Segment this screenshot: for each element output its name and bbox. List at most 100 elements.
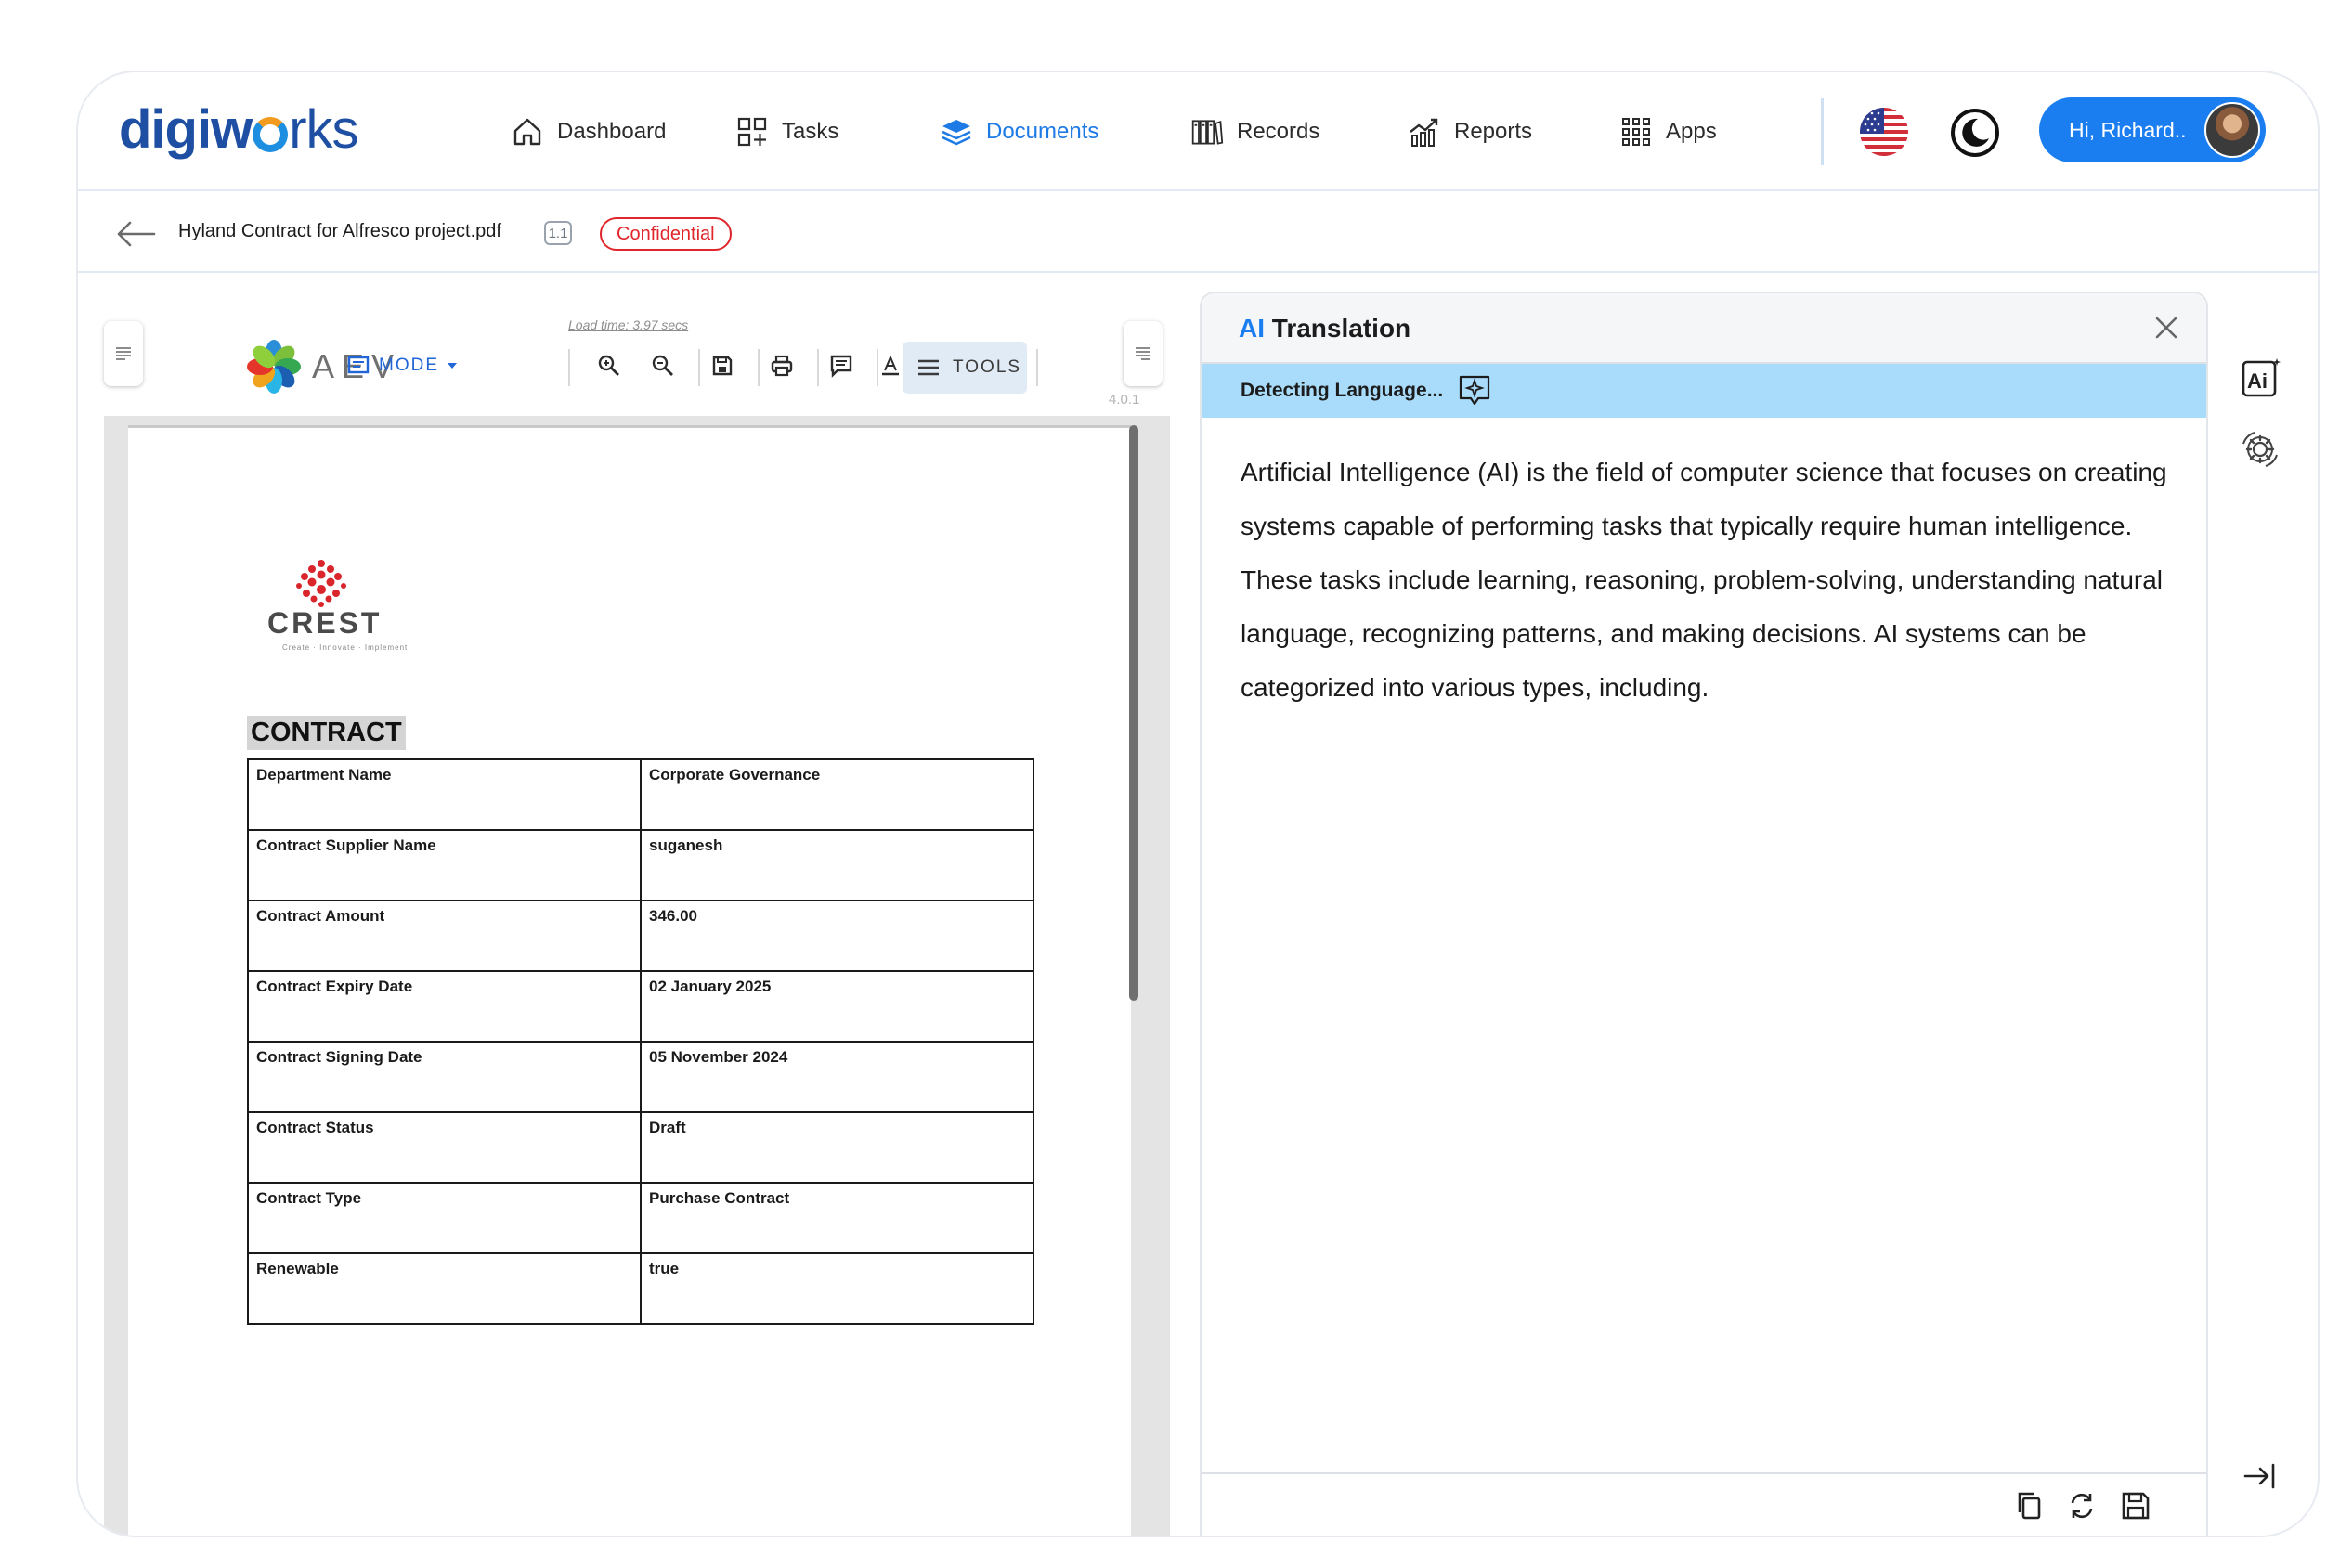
digiworks-logo[interactable]: digiw rks xyxy=(119,98,359,161)
close-icon[interactable] xyxy=(2149,310,2184,345)
apps-grid-icon xyxy=(1622,118,1650,146)
refresh-icon[interactable] xyxy=(2065,1489,2099,1523)
tools-menu-button[interactable]: TOOLS xyxy=(903,342,1027,394)
home-icon xyxy=(513,118,541,146)
contract-details-table: Department Name Corporate Governance Contr… xyxy=(247,758,1034,1325)
us-flag-icon[interactable] xyxy=(1860,108,1908,156)
contract-field-value: 346.00 xyxy=(640,900,1034,972)
tools-label: TOOLS xyxy=(953,357,1022,377)
mode-dropdown[interactable]: MODE xyxy=(345,347,458,384)
toolbar-divider xyxy=(1036,349,1038,386)
viewer-version: 4.0.1 xyxy=(1109,392,1140,408)
nav-divider xyxy=(1821,98,1824,165)
contract-table-row: Contract Signing Date 05 November 2024 xyxy=(247,1041,1034,1113)
ai-title-text: Translation xyxy=(1271,314,1411,343)
logo-text-tail: rks xyxy=(289,99,358,160)
document-viewer: Load time: 3.97 secs AEV xyxy=(104,306,1170,1536)
documents-icon xyxy=(942,120,971,146)
nav-reports[interactable]: Reports xyxy=(1408,110,1532,154)
contract-table-row: Contract Expiry Date 02 January 2025 xyxy=(247,970,1034,1043)
detection-status: Detecting Language... xyxy=(1241,380,1444,401)
contract-field-value: Draft xyxy=(640,1111,1034,1184)
hamburger-icon xyxy=(918,359,939,376)
contract-field-label: Contract Expiry Date xyxy=(247,970,642,1043)
ai-title-prefix: AI xyxy=(1239,314,1265,343)
nav-label: Dashboard xyxy=(557,119,667,144)
comment-button[interactable] xyxy=(823,347,860,384)
ai-panel-title: AI Translation xyxy=(1239,314,1410,343)
translation-text: Artificial Intelligence (AI) is the fiel… xyxy=(1241,458,2167,702)
contract-field-value: Corporate Governance xyxy=(640,758,1034,831)
contract-table-row: Contract Supplier Name suganesh xyxy=(247,829,1034,901)
contract-field-value: 02 January 2025 xyxy=(640,970,1034,1043)
nav-dashboard[interactable]: Dashboard xyxy=(511,110,666,154)
contract-field-label: Contract Status xyxy=(247,1111,642,1184)
user-menu-button[interactable]: Hi, Richard.. xyxy=(2039,97,2266,162)
nav-label: Records xyxy=(1237,119,1320,144)
toolbar-divider xyxy=(698,349,700,386)
zoom-out-icon xyxy=(652,355,673,376)
ai-translation-panel: AI Translation Detecting Language... Art… xyxy=(1200,292,2208,1536)
contract-table-row: Contract Status Draft xyxy=(247,1111,1034,1184)
viewer-scrollbar[interactable] xyxy=(1129,425,1138,1001)
load-time: Load time: 3.97 secs xyxy=(568,317,689,332)
save-icon[interactable] xyxy=(2119,1489,2152,1523)
save-document-button[interactable] xyxy=(704,347,741,384)
contract-field-value: true xyxy=(640,1252,1034,1325)
company-tagline: Create · Innovate · Implement xyxy=(282,643,409,652)
ai-panel-footer xyxy=(1202,1472,2206,1536)
nav-apps[interactable]: Apps xyxy=(1619,110,1717,154)
zoom-out-button[interactable] xyxy=(644,347,682,384)
zoom-in-button[interactable] xyxy=(591,347,628,384)
logo-text-main: digiw xyxy=(119,99,253,160)
copy-icon[interactable] xyxy=(2013,1489,2047,1523)
left-sidebar-toggle[interactable] xyxy=(104,321,143,386)
nav-label: Documents xyxy=(986,119,1099,144)
records-icon xyxy=(1191,120,1224,145)
contract-field-label: Renewable xyxy=(247,1252,642,1325)
user-greeting: Hi, Richard.. xyxy=(2069,117,2187,142)
nav-label: Tasks xyxy=(782,119,839,144)
toolbar-divider xyxy=(817,349,819,386)
nav-tasks[interactable]: Tasks xyxy=(735,110,838,154)
version-badge: 1.1 xyxy=(544,221,572,245)
nav-documents[interactable]: Documents xyxy=(940,110,1098,154)
print-button[interactable] xyxy=(763,347,800,384)
moon-icon[interactable] xyxy=(1950,108,2000,158)
ai-sparkle-chat-icon xyxy=(1460,375,1490,406)
contract-field-label: Department Name xyxy=(247,758,642,831)
contract-field-label: Contract Type xyxy=(247,1182,642,1254)
aev-flower-icon xyxy=(247,340,301,394)
contract-field-label: Contract Signing Date xyxy=(247,1041,642,1113)
contract-table-row: Department Name Corporate Governance xyxy=(247,758,1034,831)
zoom-in-icon xyxy=(598,355,619,376)
menu-lines-icon xyxy=(1136,347,1150,360)
nav-label: Apps xyxy=(1666,119,1717,144)
comment-mode-icon xyxy=(347,356,370,374)
print-icon xyxy=(771,355,793,377)
nav-label: Reports xyxy=(1454,119,1533,144)
right-sidebar-toggle[interactable] xyxy=(1124,321,1163,386)
app-window: digiw rks Dashboard Tasks Documents Recor… xyxy=(76,71,2320,1537)
ai-settings-gear-icon[interactable] xyxy=(2238,427,2282,472)
ai-panel-header: AI Translation xyxy=(1202,293,2206,364)
contract-heading: CONTRACT xyxy=(247,716,406,750)
contract-field-value: Purchase Contract xyxy=(640,1182,1034,1254)
tasks-icon xyxy=(737,117,767,147)
ai-assistant-icon[interactable]: Ai xyxy=(2238,356,2282,401)
contract-table-row: Renewable true xyxy=(247,1252,1034,1325)
back-arrow-icon[interactable] xyxy=(113,217,158,251)
contract-field-value: suganesh xyxy=(640,829,1034,901)
mode-label: MODE xyxy=(379,356,439,375)
viewer-toolbar: Load time: 3.97 secs AEV xyxy=(104,306,1170,416)
top-navigation: digiw rks Dashboard Tasks Documents Recor… xyxy=(78,72,2318,191)
company-logo-text: CREST xyxy=(267,606,383,640)
contract-field-label: Contract Supplier Name xyxy=(247,829,642,901)
contract-table-row: Contract Amount 346.00 xyxy=(247,900,1034,972)
file-name: Hyland Contract for Alfresco project.pdf xyxy=(178,221,501,241)
nav-records[interactable]: Records xyxy=(1190,110,1319,154)
logo-ring-icon xyxy=(253,116,289,152)
contract-field-value: 05 November 2024 xyxy=(640,1041,1034,1113)
collapse-panel-icon[interactable] xyxy=(2238,1454,2282,1498)
toolbar-divider xyxy=(568,349,570,386)
